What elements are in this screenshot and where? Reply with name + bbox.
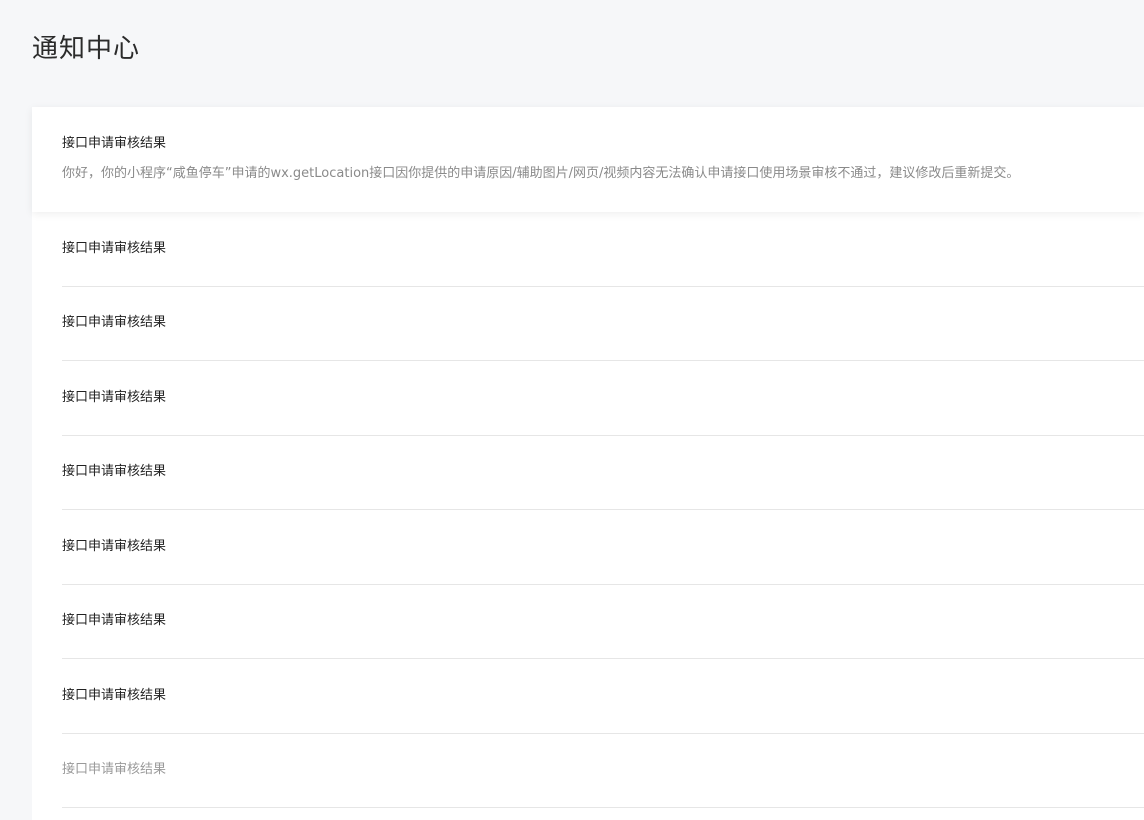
- notification-list: 接口申请审核结果 你好，你的小程序“咸鱼停车”申请的wx.getLocation…: [32, 107, 1144, 820]
- notification-title: 接口申请审核结果: [62, 687, 167, 703]
- notification-item[interactable]: 接口申请审核结果: [62, 510, 1144, 585]
- notification-item[interactable]: 接口申请审核结果: [62, 436, 1144, 510]
- notification-item-read[interactable]: 接口申请审核结果: [62, 734, 1144, 808]
- notification-item[interactable]: 接口申请审核结果: [62, 287, 1144, 361]
- notification-item-expanded[interactable]: 接口申请审核结果 你好，你的小程序“咸鱼停车”申请的wx.getLocation…: [32, 107, 1144, 212]
- notification-item[interactable]: 接口申请审核结果: [62, 212, 1144, 287]
- notification-title: 接口申请审核结果: [62, 613, 167, 629]
- notification-item[interactable]: 接口申请审核结果: [62, 659, 1144, 734]
- notification-title: 接口申请审核结果: [62, 315, 167, 331]
- notification-description: 你好，你的小程序“咸鱼停车”申请的wx.getLocation接口因你提供的申请…: [62, 166, 1020, 181]
- notification-title: 接口申请审核结果: [62, 136, 167, 151]
- notification-title: 接口申请审核结果: [62, 240, 167, 256]
- notification-item[interactable]: 接口申请审核结果: [62, 585, 1144, 659]
- notification-item[interactable]: 接口申请审核结果: [62, 361, 1144, 436]
- notification-title: 接口申请审核结果: [62, 464, 167, 480]
- page-title: 通知中心: [32, 34, 141, 64]
- notification-title: 接口申请审核结果: [62, 538, 167, 554]
- notification-title: 接口申请审核结果: [62, 389, 167, 405]
- notification-title: 接口申请审核结果: [62, 762, 167, 778]
